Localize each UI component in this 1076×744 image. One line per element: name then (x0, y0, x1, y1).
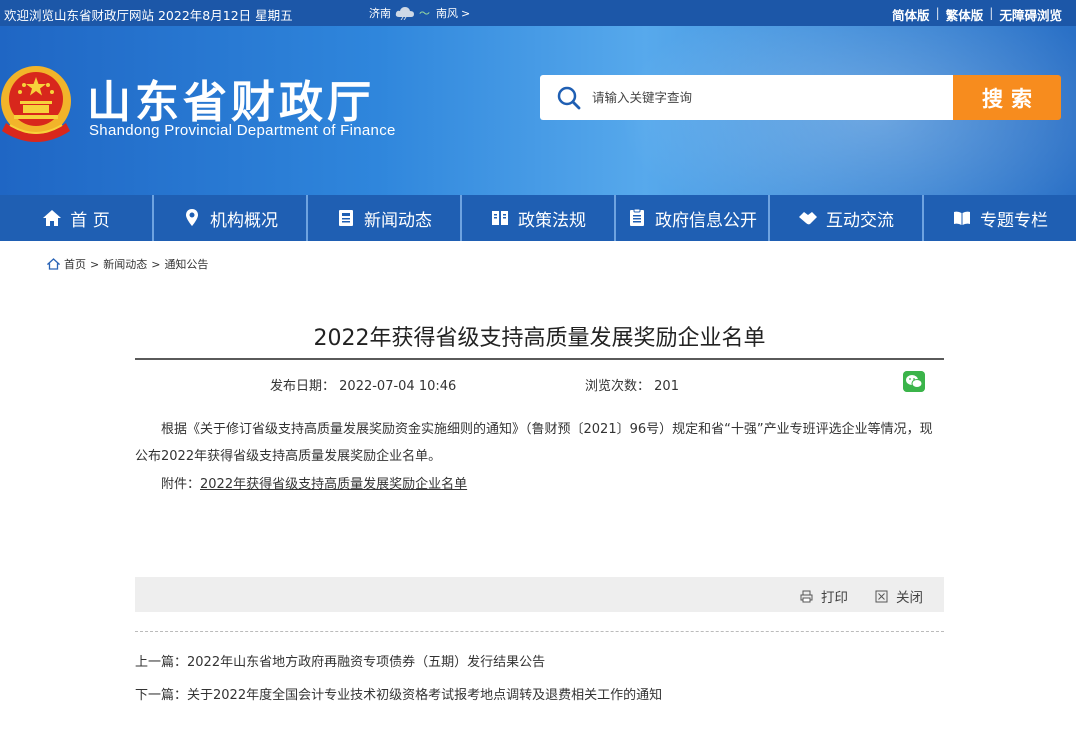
lang-separator: | (989, 5, 994, 20)
wechat-share-icon[interactable] (903, 371, 925, 392)
search-box (540, 75, 954, 120)
open-book-icon (954, 211, 970, 225)
breadcrumb-notice-link[interactable]: 通知公告 (164, 256, 208, 272)
book-icon (492, 211, 508, 225)
search-button[interactable]: 搜索 (953, 75, 1061, 120)
site-title: 山东省财政厅 (87, 77, 375, 128)
nav-item-interaction[interactable]: 互动交流 (770, 195, 924, 241)
national-emblem-logo (1, 66, 71, 142)
print-label: 打印 (821, 590, 848, 606)
nav-label: 专题专栏 (980, 210, 1048, 231)
top-bar: 欢迎浏览山东省财政厅网站 2022年8月12日 星期五 济南 〜 南风 > 简体… (0, 0, 1076, 26)
title-divider (135, 358, 944, 360)
close-icon (875, 590, 888, 602)
publish-date-label: 发布日期： (270, 379, 336, 394)
dashed-divider (135, 631, 944, 632)
close-label: 关闭 (896, 590, 923, 606)
previous-article-link[interactable]: 2022年山东省地方政府再融资专项债券（五期）发行结果公告 (187, 655, 545, 670)
article-title: 2022年获得省级支持高质量发展奖励企业名单 (313, 326, 766, 351)
attachment-label: 附件： (161, 477, 201, 492)
weather-more-arrow[interactable]: > (461, 7, 470, 20)
nav-item-organization[interactable]: 机构概况 (154, 195, 308, 241)
article-paragraph: 根据《关于修订省级支持高质量发展奖励资金实施细则的通知》（鲁财预〔2021〕96… (135, 422, 933, 464)
weather-city: 济南 (369, 7, 391, 20)
news-icon (339, 210, 353, 226)
handshake-icon (799, 212, 817, 225)
nav-item-home[interactable]: 首 页 (0, 195, 154, 241)
nav-item-gov-info[interactable]: 政府信息公开 (616, 195, 770, 241)
breadcrumb-separator: > (90, 257, 100, 271)
location-pin-icon (186, 209, 198, 226)
accessible-browsing-link[interactable]: 无障碍浏览 (999, 5, 1062, 24)
nav-item-policy[interactable]: 政策法规 (462, 195, 616, 241)
nav-label: 互动交流 (826, 210, 894, 231)
header-banner: 山东省财政厅 Shandong Provincial Department of… (0, 26, 1076, 195)
view-count-label: 浏览次数： (585, 379, 651, 394)
weather-temperature: 〜 (419, 7, 430, 20)
breadcrumb-news-link[interactable]: 新闻动态 (103, 256, 147, 272)
attachment-link[interactable]: 2022年获得省级支持高质量发展奖励企业名单 (200, 477, 467, 492)
nav-item-news[interactable]: 新闻动态 (308, 195, 462, 241)
article-body: 根据《关于修订省级支持高质量发展奖励资金实施细则的通知》（鲁财预〔2021〕96… (135, 416, 944, 470)
traditional-chinese-link[interactable]: 繁体版 (946, 5, 984, 24)
weather-cloud-icon (395, 7, 414, 20)
language-switch: 简体版 | 繁体版 | 无障碍浏览 (892, 5, 1062, 24)
view-count-value: 201 (654, 379, 679, 394)
close-button[interactable]: 关闭 (875, 586, 923, 606)
search-input[interactable] (592, 86, 932, 108)
publish-date-value: 2022-07-04 10:46 (339, 379, 457, 394)
home-icon (43, 210, 62, 226)
previous-article: 上一篇：2022年山东省地方政府再融资专项债券（五期）发行结果公告 (135, 651, 545, 670)
printer-icon (800, 590, 813, 602)
article-toolbar: 打印 关闭 (135, 577, 944, 612)
publish-date: 发布日期： 2022-07-04 10:46 (270, 375, 456, 394)
attachment: 附件：2022年获得省级支持高质量发展奖励企业名单 (161, 473, 467, 492)
document-icon (630, 208, 644, 226)
nav-label: 政策法规 (518, 210, 586, 231)
next-article: 下一篇：关于2022年度全国会计专业技术初级资格考试报考地点调转及退费相关工作的… (135, 684, 662, 703)
search-icon (557, 86, 581, 110)
main-nav: 首 页 机构概况 新闻动态 政策法规 政府信息公开 互动交流 专题专栏 (0, 195, 1076, 241)
view-count: 浏览次数： 201 (585, 375, 679, 394)
next-article-link[interactable]: 关于2022年度全国会计专业技术初级资格考试报考地点调转及退费相关工作的通知 (187, 688, 662, 703)
breadcrumb: 首页 > 新闻动态 > 通知公告 (47, 256, 208, 272)
welcome-text: 欢迎浏览山东省财政厅网站 2022年8月12日 星期五 (4, 8, 293, 23)
simplified-chinese-link[interactable]: 简体版 (892, 5, 930, 24)
next-label: 下一篇： (135, 688, 188, 703)
nav-label: 政府信息公开 (655, 210, 757, 231)
nav-label: 新闻动态 (364, 210, 432, 231)
breadcrumb-separator: > (151, 257, 161, 271)
nav-item-topics[interactable]: 专题专栏 (924, 195, 1076, 241)
weather-wind: 南风 (436, 7, 458, 20)
nav-label: 机构概况 (210, 210, 278, 231)
previous-label: 上一篇： (135, 655, 188, 670)
print-button[interactable]: 打印 (800, 586, 848, 606)
breadcrumb-home-link[interactable]: 首页 (64, 256, 86, 272)
nav-label: 首 页 (70, 210, 110, 231)
site-subtitle: Shandong Provincial Department of Financ… (89, 122, 396, 139)
lang-separator: | (935, 5, 940, 20)
weather-widget[interactable]: 济南 〜 南风 > (369, 5, 470, 21)
home-icon (47, 258, 60, 270)
